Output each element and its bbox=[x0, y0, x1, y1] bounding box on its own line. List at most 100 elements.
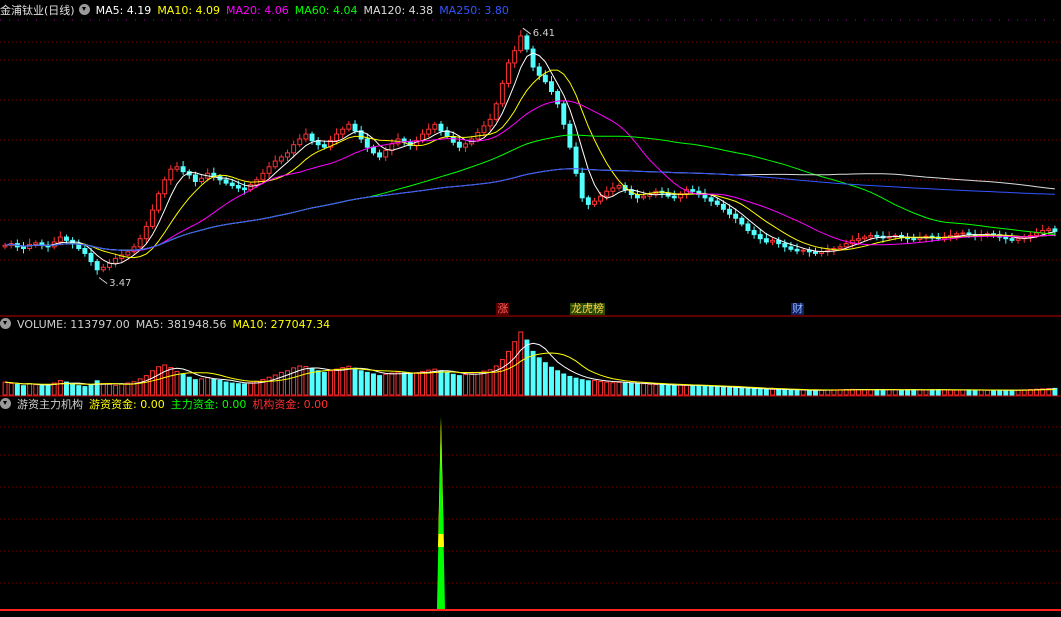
volume-bar bbox=[444, 372, 450, 396]
candle-body bbox=[770, 239, 775, 243]
candle-body bbox=[567, 123, 573, 148]
candle-body bbox=[727, 208, 732, 215]
candle-body bbox=[954, 233, 960, 236]
volume-bar bbox=[106, 383, 112, 396]
candle-body bbox=[125, 251, 131, 256]
volume-bar bbox=[941, 389, 947, 396]
volume-bar bbox=[14, 383, 20, 396]
candle-body bbox=[334, 133, 340, 142]
candle-body bbox=[530, 48, 536, 68]
volume-bar bbox=[622, 382, 628, 396]
stock-chart[interactable]: 金浦钛业(日线) MA5: 4.19 MA10: 4.09 MA20: 4.06 MA6… bbox=[0, 0, 1061, 614]
event-mark[interactable]: 财 bbox=[791, 303, 805, 315]
candle-body bbox=[340, 128, 346, 135]
candle-body bbox=[370, 146, 376, 154]
candle-body bbox=[598, 195, 604, 202]
candle-body bbox=[278, 156, 284, 162]
candle-body bbox=[33, 242, 39, 245]
volume-bar bbox=[2, 381, 8, 396]
volume-bar bbox=[266, 376, 272, 396]
candle-body bbox=[1003, 236, 1009, 240]
volume-bar bbox=[714, 386, 720, 396]
volume-bar bbox=[168, 367, 174, 396]
volume-bar bbox=[708, 386, 714, 396]
ma-legend-item: MA60: 4.04 bbox=[294, 4, 358, 17]
volume-bar bbox=[647, 383, 653, 396]
candle-body bbox=[671, 195, 677, 199]
ma-legend-item: MA10: 4.09 bbox=[157, 4, 221, 17]
volume-bar bbox=[948, 389, 954, 396]
candle-body bbox=[321, 144, 327, 148]
volume-bar bbox=[549, 366, 554, 396]
candle-body bbox=[868, 234, 874, 238]
volume-bar bbox=[70, 383, 76, 396]
collapse-icon[interactable] bbox=[0, 398, 11, 409]
candle-body bbox=[856, 238, 861, 241]
volume-bar bbox=[555, 370, 561, 396]
candle-body bbox=[512, 50, 518, 64]
candle-body bbox=[260, 172, 266, 181]
volume-bar bbox=[223, 381, 229, 396]
candle-body bbox=[714, 200, 720, 205]
collapse-icon[interactable] bbox=[78, 4, 90, 15]
volume-bar bbox=[991, 389, 996, 396]
candle-body bbox=[432, 123, 438, 130]
volume-bar bbox=[917, 389, 923, 396]
candle-body bbox=[149, 209, 155, 227]
candle-body bbox=[837, 246, 843, 250]
main-fund-spike-core bbox=[438, 437, 444, 534]
candle-body bbox=[702, 194, 708, 199]
collapse-icon[interactable] bbox=[0, 318, 11, 329]
volume-bar bbox=[113, 384, 119, 396]
candle-body bbox=[223, 179, 229, 184]
volume-bar bbox=[923, 389, 929, 396]
volume-bar bbox=[874, 389, 880, 396]
candle-body bbox=[1052, 228, 1058, 232]
volume-bar bbox=[119, 383, 125, 396]
candle-body bbox=[113, 257, 119, 264]
price-panel-header: 金浦钛业(日线) MA5: 4.19 MA10: 4.09 MA20: 4.06 MA6… bbox=[0, 3, 521, 19]
volume-bar bbox=[383, 373, 389, 396]
volume-bar bbox=[825, 389, 831, 396]
volume-bar bbox=[770, 388, 775, 396]
candle-body bbox=[604, 190, 610, 197]
high-pointer bbox=[522, 27, 532, 35]
candle-body bbox=[456, 141, 462, 148]
candle-body bbox=[346, 123, 352, 130]
volume-bar bbox=[475, 371, 481, 396]
volume-bar bbox=[1003, 389, 1009, 396]
volume-bar bbox=[739, 387, 745, 396]
event-mark[interactable]: 龙虎榜 bbox=[570, 303, 606, 315]
event-mark[interactable]: 涨 bbox=[496, 303, 510, 315]
volume-legend-item: VOLUME: 113797.00 bbox=[17, 318, 130, 331]
volume-bar bbox=[813, 389, 818, 396]
volume-bar bbox=[782, 389, 788, 396]
candle-body bbox=[180, 166, 186, 173]
volume-bar bbox=[579, 379, 585, 396]
candle-body bbox=[192, 174, 198, 182]
volume-bar bbox=[180, 373, 186, 396]
candle-body bbox=[199, 177, 204, 182]
ma-legend-item: MA20: 4.06 bbox=[226, 4, 289, 17]
volume-bar bbox=[733, 387, 739, 396]
volume-bar bbox=[831, 389, 837, 396]
volume-bar bbox=[192, 379, 198, 396]
candle-body bbox=[782, 243, 788, 248]
ma10-line bbox=[5, 69, 1055, 259]
candle-body bbox=[106, 262, 112, 268]
candle-body bbox=[524, 35, 530, 50]
volume-bar bbox=[610, 382, 616, 396]
volume-bar bbox=[199, 378, 204, 396]
volume-bar bbox=[340, 367, 346, 396]
volume-bar bbox=[487, 369, 493, 396]
volume-bar bbox=[585, 380, 591, 396]
volume-bar bbox=[776, 389, 782, 396]
candle-body bbox=[555, 91, 561, 105]
volume-bar bbox=[229, 382, 235, 396]
volume-bar bbox=[334, 368, 340, 396]
candle-body bbox=[383, 149, 389, 158]
candle-body bbox=[438, 123, 444, 132]
volume-bar bbox=[886, 389, 892, 396]
candle-body bbox=[168, 168, 174, 181]
volume-bar bbox=[984, 389, 990, 396]
